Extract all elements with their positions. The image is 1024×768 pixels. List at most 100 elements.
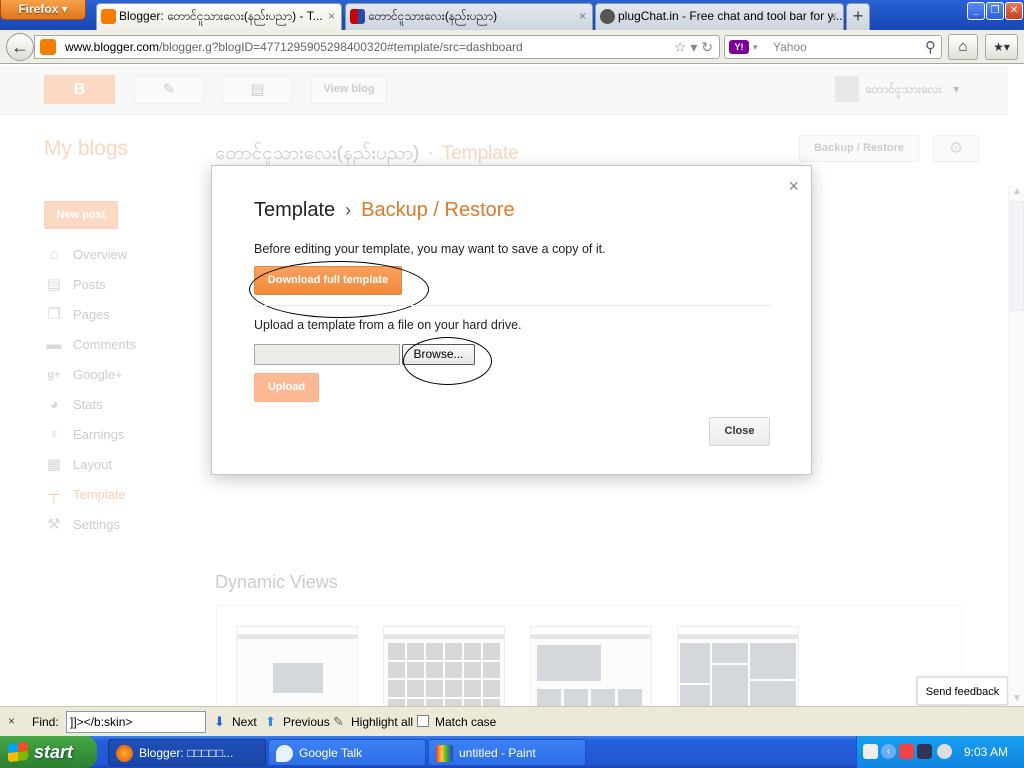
site-identity-icon	[40, 39, 56, 55]
tab-close-icon[interactable]: ×	[328, 4, 335, 28]
sidebar-item-overview[interactable]: ⌂ Overview	[44, 244, 127, 266]
dialog-title: Template › Backup / Restore	[254, 199, 515, 222]
profile-menu[interactable]: တောင်ငူသားလေး ▾	[835, 76, 959, 104]
scroll-up-icon[interactable]: ▲	[1009, 185, 1024, 199]
url-bar[interactable]: www.blogger.com/blogger.g?blogID=4771295…	[34, 35, 720, 59]
find-input[interactable]: ]]></b:skin>	[66, 711, 206, 733]
comment-icon: ▬	[46, 336, 62, 353]
sidebar-item-stats[interactable]: ◕ Stats	[44, 394, 102, 416]
scrollbar-thumb[interactable]	[1010, 201, 1024, 311]
home-button[interactable]: ⌂	[948, 34, 978, 60]
close-icon[interactable]: ×	[788, 176, 799, 197]
tab-close-icon[interactable]: ×	[830, 4, 837, 28]
taskbar-item-firefox[interactable]: Blogger: □□□□□...	[108, 739, 266, 766]
bookmarks-button[interactable]: ★▾	[985, 34, 1018, 60]
blog-title: တောင်ငူသားလေး(နည်းပညာ)	[215, 143, 420, 164]
minimize-button[interactable]: _	[967, 2, 985, 20]
upload-button[interactable]: Upload	[254, 373, 319, 402]
task-label: Google Talk	[299, 746, 363, 760]
sidebar-item-posts[interactable]: ▤ Posts	[44, 274, 106, 296]
send-feedback-button[interactable]: Send feedback	[917, 677, 1008, 705]
browse-button[interactable]: Browse...	[402, 344, 475, 365]
arrow-up-icon: ⬆	[265, 714, 276, 729]
avatar	[835, 76, 859, 102]
posts-list-button[interactable]: ▤	[222, 75, 293, 104]
tab-plugchat[interactable]: plugChat.in - Free chat and tool bar for…	[595, 3, 844, 30]
search-bar[interactable]: Y! ▾ Yahoo ⚲	[724, 35, 942, 59]
sidebar-item-layout[interactable]: ▦ Layout	[44, 454, 112, 476]
dialog-title-backup-restore: Backup / Restore	[361, 199, 515, 221]
messenger-icon[interactable]	[937, 744, 952, 759]
backup-restore-dialog: × Template › Backup / Restore Before editi…	[211, 165, 812, 475]
template-thumbnail[interactable]	[236, 626, 358, 706]
windows-logo-icon	[8, 741, 28, 763]
start-button[interactable]: start	[0, 736, 97, 768]
sidebar-item-label: Earnings	[73, 427, 125, 442]
tab-close-icon[interactable]: ×	[579, 4, 586, 28]
bookmark-star-reload-icons[interactable]: ☆ ▾ ↻	[674, 36, 713, 58]
download-full-template-button[interactable]: Download full template	[254, 266, 402, 295]
plug-icon	[600, 9, 615, 24]
engine-dropdown-icon[interactable]: ▾	[753, 36, 758, 58]
find-previous-button[interactable]: ⬆ Previous	[265, 714, 330, 729]
save-copy-text: Before editing your template, you may wa…	[254, 242, 606, 256]
dialog-title-template: Template	[254, 199, 336, 221]
sidebar-item-template[interactable]: ┬ Template	[44, 484, 126, 506]
tab-blog[interactable]: တောင်ငူသားလေး(နည်းပညာ) ×	[345, 3, 593, 30]
sidebar-item-earnings[interactable]: ♆ Earnings	[44, 424, 124, 446]
yahoo-icon[interactable]: Y!	[729, 40, 749, 54]
arrow-down-icon: ⬇	[214, 714, 225, 729]
sidebar-item-settings[interactable]: ⚒ Settings	[44, 514, 120, 536]
new-tab-button[interactable]: +	[846, 3, 870, 30]
template-thumbnail[interactable]	[677, 626, 799, 706]
backup-restore-button[interactable]: Backup / Restore	[799, 135, 919, 162]
page-scrollbar[interactable]: ▲ ▼	[1008, 185, 1024, 706]
start-label: start	[34, 742, 74, 762]
sidebar-item-label: Overview	[73, 247, 128, 262]
tab-blogger[interactable]: Blogger: တောင်ငူသားလေး(နည်းပညာ) - T... ×	[96, 3, 342, 31]
view-blog-button[interactable]: View blog	[311, 75, 387, 104]
checkbox-icon[interactable]	[417, 715, 429, 727]
close-button[interactable]: Close	[709, 417, 770, 446]
sidebar-item-pages[interactable]: ❐ Pages	[44, 304, 110, 326]
keyboard-icon[interactable]	[863, 744, 878, 759]
dynamic-views-heading: Dynamic Views	[215, 572, 338, 592]
highlight-all-button[interactable]: ✎ Highlight all	[333, 714, 413, 729]
new-post-pencil-button[interactable]: ✎	[134, 75, 204, 104]
chevron-down-icon: ▾	[953, 82, 960, 96]
match-case-checkbox[interactable]: Match case	[417, 715, 496, 729]
sidebar-item-comments[interactable]: ▬ Comments	[44, 334, 136, 356]
find-next-button[interactable]: ⬇ Next	[214, 714, 257, 729]
taskbar-item-google-talk[interactable]: Google Talk	[268, 739, 426, 766]
sidebar-item-google-plus[interactable]: g+ Google+	[44, 364, 123, 386]
restore-button[interactable]: ❐	[986, 2, 1004, 20]
sidebar-item-label: Google+	[73, 367, 123, 382]
find-next-label: Next	[232, 715, 257, 729]
template-thumbnail[interactable]	[530, 626, 652, 706]
url-host: www.blogger.com	[65, 40, 160, 54]
firefox-menu-button[interactable]: Firefox ▾	[0, 0, 86, 20]
sidebar-item-label: Layout	[73, 457, 113, 472]
new-post-button[interactable]: New post	[44, 201, 118, 229]
sidebar-item-label: Pages	[73, 307, 110, 322]
blogger-logo-button[interactable]: B	[44, 75, 115, 104]
network-icon[interactable]	[917, 744, 932, 759]
section-title: Template	[441, 143, 519, 164]
file-path-input[interactable]	[254, 344, 400, 365]
divider	[254, 305, 771, 306]
search-icon[interactable]: ⚲	[925, 37, 936, 59]
template-thumbnail[interactable]	[383, 626, 505, 706]
tab-label: Blogger: တောင်ငူသားလေး(နည်းပညာ) - T...	[119, 9, 323, 23]
close-find-bar-icon[interactable]: ×	[8, 714, 15, 728]
windows-taskbar: start Blogger: □□□□□... Google Talk unti…	[0, 736, 1024, 768]
pages-icon: ❐	[47, 306, 61, 323]
show-hidden-icon[interactable]: ‹	[881, 744, 896, 759]
back-button[interactable]: ←	[6, 33, 34, 61]
my-blogs-link[interactable]: My blogs	[44, 137, 128, 161]
gear-icon[interactable]: ⚙	[933, 135, 979, 162]
close-window-button[interactable]: ✕	[1005, 2, 1023, 20]
dynamic-views-panel	[216, 605, 962, 706]
scroll-down-icon[interactable]: ▼	[1009, 692, 1024, 706]
gmail-notifier-icon[interactable]	[899, 744, 914, 759]
taskbar-item-paint[interactable]: untitled - Paint	[428, 739, 586, 766]
